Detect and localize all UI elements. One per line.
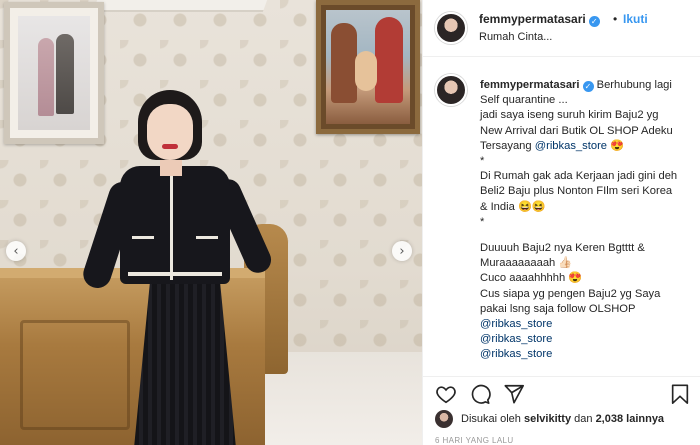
emoji: 😍 — [610, 139, 625, 152]
likes-count-link[interactable]: 2,038 lainnya — [596, 413, 665, 425]
wedding-photo-frame — [4, 2, 104, 144]
verified-badge-icon: ✓ — [588, 16, 600, 27]
caption-line: Berhubung lagi — [596, 79, 672, 91]
caption-line: Cuco aaaahhhhh 😍 — [480, 272, 583, 285]
previous-photo-button[interactable]: ‹ — [6, 241, 26, 261]
avatar[interactable] — [435, 74, 467, 106]
heart-icon[interactable] — [435, 383, 457, 405]
likes-conj: dan — [574, 413, 593, 425]
bookmark-icon[interactable] — [669, 383, 691, 405]
avatar[interactable] — [435, 12, 467, 44]
next-photo-button[interactable]: › — [392, 241, 412, 261]
username-link[interactable]: femmypermatasari — [479, 12, 586, 26]
caption-line: Self quarantine ... — [480, 94, 568, 107]
caption-line: Duuuuh Baju2 nya Keren Bgtttt & — [480, 242, 645, 255]
caption-line: Tersayang — [480, 139, 535, 152]
mention-link[interactable]: @ribkas_store — [480, 317, 694, 332]
mention-link[interactable]: @ribkas_store — [535, 140, 607, 152]
chevron-left-icon: ‹ — [13, 243, 19, 259]
post-header: femmypermatasari ✓ • Ikuti Rumah Cinta... — [423, 0, 700, 57]
location-link[interactable]: Rumah Cinta... — [479, 31, 552, 43]
action-bar — [423, 376, 700, 408]
caption-line: * — [480, 215, 485, 228]
caption-line: New Arrival dari Butik OL SHOP Adeku — [480, 124, 673, 137]
post-side-panel: femmypermatasari ✓ • Ikuti Rumah Cinta...… — [422, 0, 700, 445]
caption-area: femmypermatasari ✓ Berhubung lagi Self qu… — [423, 58, 700, 374]
post-timestamp[interactable]: 6 HARI YANG LALU — [435, 436, 514, 445]
verified-badge-icon: ✓ — [582, 81, 594, 92]
ceiling-edge — [92, 0, 268, 12]
liker-username-link[interactable]: selvikitty — [524, 413, 571, 425]
likes-prefix: Disukai oleh — [461, 413, 521, 425]
caption-text: femmypermatasari ✓ Berhubung lagi Self qu… — [480, 78, 694, 363]
chevron-right-icon: › — [399, 243, 405, 259]
caption-line: Beli2 Baju plus Nonton FIlm seri Korea — [480, 185, 673, 198]
woman-figure — [79, 90, 276, 445]
comment-icon[interactable] — [469, 383, 491, 405]
caption-line: Muraaaaaaaah 👍🏻 — [480, 257, 573, 270]
caption-line: pakai lsng saja follow OLSHOP — [480, 302, 636, 315]
painting-frame — [316, 0, 420, 134]
caption-username-link[interactable]: femmypermatasari — [480, 79, 580, 91]
liker-avatar[interactable] — [435, 410, 453, 428]
follow-button[interactable]: Ikuti — [623, 12, 648, 26]
post-photo[interactable]: ‹ › — [0, 0, 422, 445]
caption-line: Di Rumah gak ada Kerjaan jadi gini deh — [480, 170, 678, 183]
share-icon[interactable] — [503, 383, 525, 405]
mention-link[interactable]: @ribkas_store — [480, 332, 694, 347]
caption-line: * — [480, 155, 485, 168]
separator-dot: • — [613, 12, 618, 26]
mention-link[interactable]: @ribkas_store — [480, 347, 694, 362]
likes-summary: Disukai oleh selvikitty dan 2,038 lainny… — [435, 410, 700, 430]
caption-line: Cus siapa yg pengen Baju2 yg Saya — [480, 287, 661, 300]
caption-line: jadi saya iseng suruh kirim Baju2 yg — [480, 109, 659, 122]
caption-line: & India 😆😆 — [480, 200, 546, 213]
